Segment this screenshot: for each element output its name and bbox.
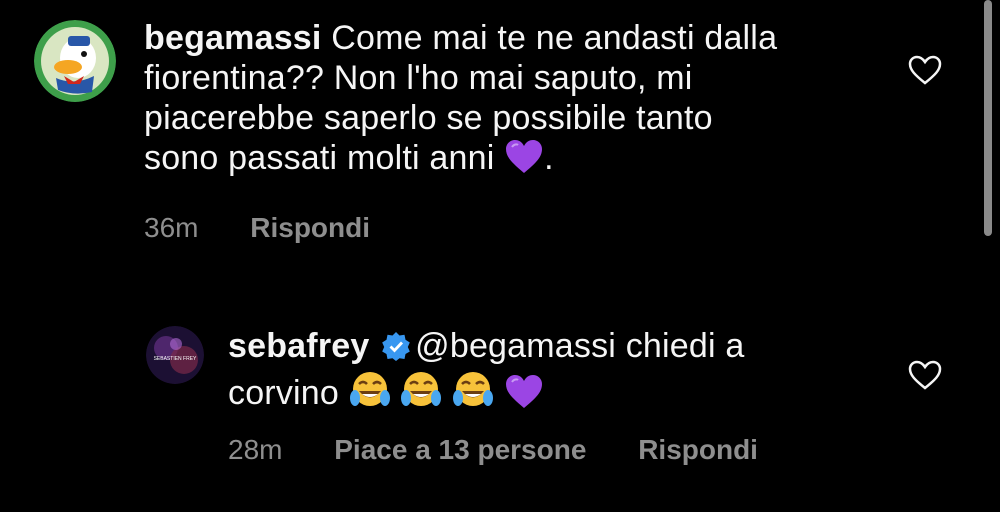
- like-heart-icon[interactable]: [908, 55, 942, 85]
- comment-meta: 36m Rispondi: [144, 212, 414, 244]
- like-heart-icon[interactable]: [908, 360, 942, 390]
- comment-text: begamassi Come mai te ne andasti dalla f…: [144, 18, 874, 184]
- comment-body-line: piacerebbe saperlo se possibile tanto: [144, 99, 713, 137]
- comment-meta: 28m Piace a 13 persone Rispondi: [228, 434, 802, 466]
- comment-body-line: chiedi a: [616, 327, 745, 365]
- timestamp: 28m: [228, 434, 283, 465]
- likes-count-link[interactable]: Piace a 13 persone: [334, 434, 586, 465]
- verified-badge-icon: [381, 330, 411, 370]
- purple-heart-emoji: [504, 374, 544, 419]
- purple-heart-emoji: [504, 139, 544, 184]
- laughing-tears-emoji: [349, 370, 391, 419]
- timestamp: 36m: [144, 212, 199, 243]
- scrollbar[interactable]: [984, 0, 992, 236]
- mention-link[interactable]: @begamassi: [415, 327, 616, 365]
- comment-trailing: .: [544, 139, 554, 177]
- avatar-text: SEBASTIEN FREY: [154, 356, 197, 362]
- avatar[interactable]: [34, 20, 116, 102]
- reply-button[interactable]: Rispondi: [638, 434, 758, 465]
- laughing-tears-emoji: [400, 370, 442, 419]
- comment-body-line: fiorentina?? Non l'ho mai saputo, mi: [144, 59, 693, 97]
- comment-body-line: sono passati molti anni: [144, 139, 495, 177]
- comment-body-line: corvino: [228, 374, 340, 412]
- comment-body-line: Come mai te ne andasti dalla: [331, 19, 778, 57]
- laughing-tears-emoji: [452, 370, 494, 419]
- username[interactable]: begamassi: [144, 19, 322, 57]
- avatar[interactable]: SEBASTIEN FREY: [146, 326, 204, 384]
- reply-button[interactable]: Rispondi: [250, 212, 370, 243]
- comment-text: sebafrey @begamassi chiedi a corvino: [228, 326, 868, 419]
- username[interactable]: sebafrey: [228, 327, 369, 365]
